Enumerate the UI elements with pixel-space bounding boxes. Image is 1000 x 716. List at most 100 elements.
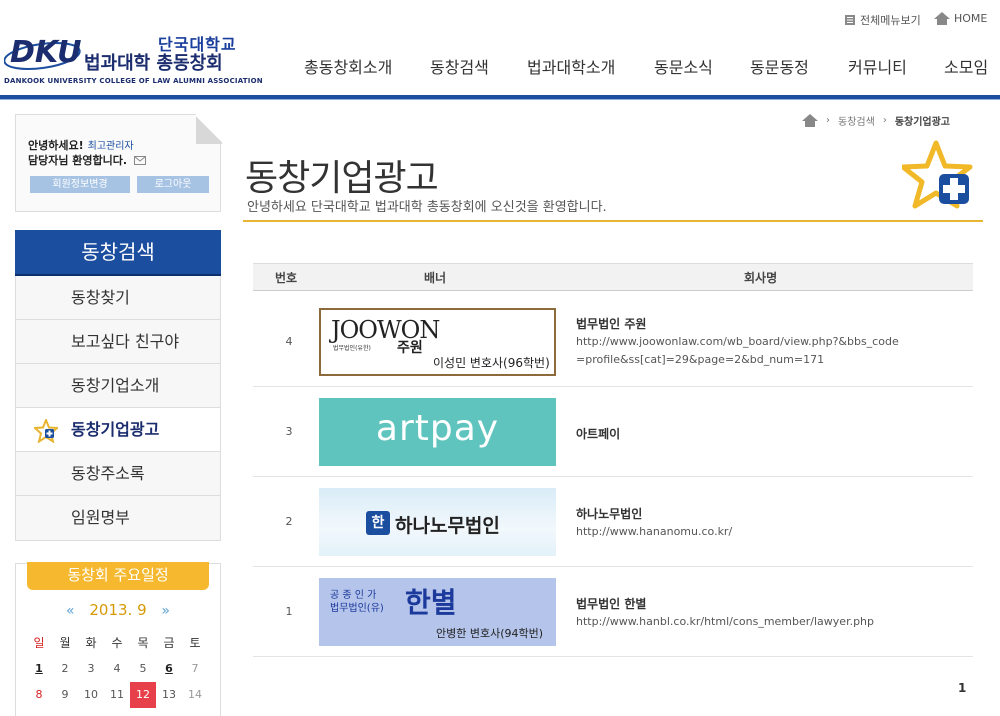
row-number: 3: [285, 425, 293, 438]
sidebar-item-officers[interactable]: 임원명부: [16, 496, 220, 540]
nav-item-association[interactable]: 총동창회소개: [304, 54, 392, 78]
sidebar-item-miss-you-friend[interactable]: 보고싶다 친구야: [16, 320, 220, 364]
home-icon[interactable]: [802, 114, 818, 127]
company-name[interactable]: 법무법인 주원: [576, 315, 646, 332]
login-greeting: 안녕하세요! 최고관리자: [28, 137, 134, 153]
header-divider-light: [0, 99, 1000, 100]
calendar-day[interactable]: 12: [130, 682, 156, 708]
calendar-day[interactable]: 3: [78, 656, 104, 682]
calendar-day[interactable]: 13: [156, 682, 182, 708]
banner-joowon[interactable]: JOOWON 법무법인(유한) 주원 이성민 변호사(96학번): [319, 308, 556, 376]
schedule-title: 동창회 주요일정: [27, 562, 209, 590]
calendar-weekday: 화: [85, 636, 97, 650]
calendar-day[interactable]: 11: [104, 682, 130, 708]
banner-hanbl[interactable]: 공 종 인 가 법무법인(유) 한별 안병한 변호사(94학번): [319, 578, 556, 646]
breadcrumb-separator: ›: [882, 115, 887, 126]
breadcrumb-current: 동창기업광고: [894, 117, 951, 128]
calendar-day[interactable]: 7: [182, 656, 208, 682]
prev-month-button[interactable]: «: [66, 603, 75, 619]
calendar-weekday: 월: [59, 636, 71, 650]
company-url[interactable]: http://www.hananomu.co.kr/: [576, 523, 906, 541]
login-box-fold: [196, 114, 222, 144]
calendar-day[interactable]: 8: [26, 682, 52, 708]
calendar-day[interactable]: 4: [104, 656, 130, 682]
sidebar-item-address-book[interactable]: 동창주소록: [16, 452, 220, 496]
banner-title: JOOWON: [331, 316, 440, 344]
sidebar-item-label: 동창기업소개: [71, 376, 160, 395]
nav-item-college[interactable]: 법과대학소개: [527, 54, 615, 78]
calendar-week: 8 9 10 11 12 13 14: [26, 682, 208, 708]
nav-item-clubs[interactable]: 소모임: [944, 54, 988, 78]
star-plus-icon: [34, 419, 58, 443]
sitemap-label: 전체메뉴보기: [860, 14, 921, 27]
company-url[interactable]: http://www.hanbl.co.kr/html/cons_member/…: [576, 613, 906, 631]
company-name[interactable]: 하나노무법인: [576, 505, 642, 522]
breadcrumb-separator: ›: [826, 115, 830, 126]
logo-mark[interactable]: DKU: [4, 26, 82, 78]
page: DKU 단국대학교 법과대학 총동창회 DANKOOK UNIVERSITY C…: [0, 0, 1000, 716]
calendar-day[interactable]: 9: [52, 682, 78, 708]
table-row: 4 JOOWON 법무법인(유한) 주원 이성민 변호사(96학번) 법무법인 …: [253, 297, 973, 387]
company-name[interactable]: 법무법인 한별: [576, 595, 646, 612]
page-title: 동창기업광고: [245, 158, 439, 199]
pagination-current[interactable]: 1: [958, 681, 966, 695]
sidebar-item-label: 동창기업광고: [71, 420, 160, 439]
calendar-month-nav: « 2013. 9 »: [15, 601, 221, 619]
star-plus-icon: [902, 140, 973, 209]
page-subtitle: 안녕하세요 단국대학교 법과대학 총동창회에 오신것을 환영합니다.: [247, 200, 607, 215]
nav-item-news[interactable]: 동문소식: [654, 54, 713, 78]
welcome-text: 담당자님 환영합니다.: [28, 154, 128, 167]
table-row: 2 한 하나노무법인 하나노무법인 http://www.hananomu.co…: [253, 477, 973, 567]
banner-lawyer: 안병한 변호사(94학번): [436, 627, 544, 640]
sidebar-item-label: 동창찾기: [71, 288, 130, 307]
sidebar-item-label: 임원명부: [71, 508, 130, 527]
breadcrumb-item[interactable]: 동창검색: [838, 113, 875, 128]
calendar-weekday-row: 일월화수목금토: [26, 630, 208, 656]
row-number: 2: [285, 515, 293, 528]
table-header: 번호 배너 회사명: [253, 263, 973, 291]
logo-kor-association[interactable]: 법과대학 총동창회: [84, 49, 223, 75]
sidebar-menu: 동창찾기 보고싶다 친구야 동창기업소개 동창기업광고 동창주소록 임원명부: [15, 276, 221, 541]
column-header-number: 번호: [275, 271, 298, 285]
mail-icon[interactable]: [133, 155, 146, 165]
home-icon: [934, 12, 950, 25]
calendar-weekday: 일: [33, 636, 45, 650]
banner-sub: 법무법인(유): [330, 603, 384, 614]
calendar-grid: 일 월 화 수 목 금 토 1 2 3 4 5 6 7 8 9 10 11 12 13 14: [26, 630, 208, 708]
breadcrumb: › 동창검색 › 동창기업광고: [802, 113, 950, 128]
edit-profile-button[interactable]: 회원정보변경: [30, 176, 130, 193]
next-month-button[interactable]: »: [161, 603, 170, 619]
list-icon: [845, 15, 855, 25]
main-nav: 총동창회소개 동창검색 법과대학소개 동문소식 동문동정 커뮤니티 소모임: [290, 54, 1000, 80]
sitemap-link[interactable]: 전체메뉴보기: [844, 12, 921, 28]
sidebar-title: 동창검색: [15, 230, 221, 274]
calendar-day[interactable]: 6: [156, 656, 182, 682]
company-name[interactable]: 아트페이: [576, 425, 620, 442]
calendar-day[interactable]: 1: [26, 656, 52, 682]
banner-artpay[interactable]: artpay: [319, 398, 556, 466]
banner-logo: 한: [366, 511, 390, 535]
home-label: HOME: [954, 12, 988, 25]
sidebar-item-company-ads[interactable]: 동창기업광고: [16, 408, 220, 452]
login-welcome: 담당자님 환영합니다.: [28, 152, 146, 168]
nav-item-search[interactable]: 동창검색: [430, 54, 489, 78]
logout-button[interactable]: 로그아웃: [137, 176, 209, 193]
nav-item-community[interactable]: 커뮤니티: [848, 54, 907, 78]
user-role: 최고관리자: [87, 141, 134, 152]
company-url[interactable]: http://www.joowonlaw.com/wb_board/view.p…: [576, 333, 906, 369]
home-link[interactable]: HOME: [934, 12, 987, 25]
calendar-day[interactable]: 5: [130, 656, 156, 682]
calendar-day[interactable]: 14: [182, 682, 208, 708]
sidebar-item-find-alumni[interactable]: 동창찾기: [16, 276, 220, 320]
banner-title: 한별: [405, 586, 457, 619]
sidebar-item-company-intro[interactable]: 동창기업소개: [16, 364, 220, 408]
nav-item-alumni-updates[interactable]: 동문동정: [750, 54, 809, 78]
column-header-company: 회사명: [744, 271, 778, 285]
logo-eng: DANKOOK UNIVERSITY COLLEGE OF LAW ALUMNI…: [4, 77, 263, 85]
calendar-day[interactable]: 2: [52, 656, 78, 682]
banner-hananomu[interactable]: 한 하나노무법인: [319, 488, 556, 556]
calendar-day[interactable]: 10: [78, 682, 104, 708]
column-header-banner: 배너: [424, 271, 447, 285]
banner-title: artpay: [375, 408, 500, 449]
calendar-weekday: 금: [163, 636, 175, 650]
